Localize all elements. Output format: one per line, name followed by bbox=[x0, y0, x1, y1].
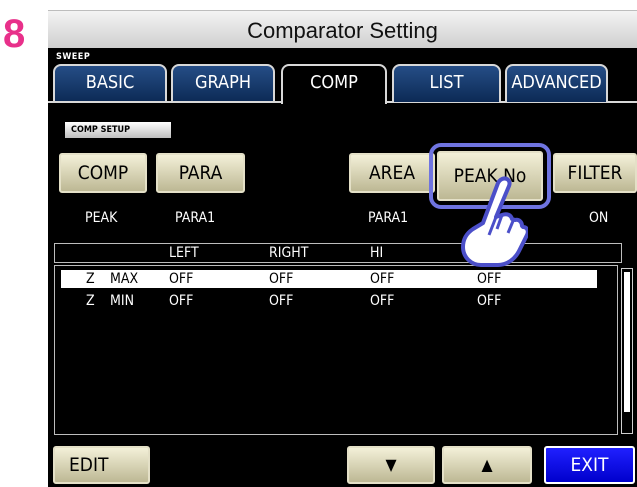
tab-basic[interactable]: BASIC bbox=[53, 64, 167, 102]
step-number: 8 bbox=[3, 12, 26, 56]
comp-value: PEAK bbox=[85, 210, 118, 226]
para-value: PARA1 bbox=[175, 210, 216, 226]
scrollbar-thumb[interactable] bbox=[624, 272, 630, 412]
row1-right: OFF bbox=[269, 271, 294, 287]
filter-value: ON bbox=[589, 210, 609, 226]
row1-lo: OFF bbox=[477, 271, 502, 287]
scroll-down-button[interactable]: ▼ bbox=[347, 446, 435, 484]
tab-graph[interactable]: GRAPH bbox=[171, 64, 275, 102]
header-bar: Comparator Setting bbox=[48, 10, 637, 48]
row1-param: Z bbox=[86, 271, 95, 287]
column-left: LEFT bbox=[169, 245, 199, 261]
row2-lo: OFF bbox=[477, 293, 502, 309]
section-label: COMP SETUP bbox=[65, 122, 171, 138]
comp-button[interactable]: COMP bbox=[59, 153, 147, 193]
row2-left: OFF bbox=[169, 293, 194, 309]
edit-button[interactable]: EDIT bbox=[53, 446, 150, 484]
row1-kind: MAX bbox=[110, 271, 139, 287]
exit-button[interactable]: EXIT bbox=[544, 446, 635, 484]
list-scrollbar[interactable] bbox=[621, 268, 633, 434]
row1-left: OFF bbox=[169, 271, 194, 287]
area-button[interactable]: AREA bbox=[349, 153, 435, 193]
pointing-hand-icon bbox=[461, 176, 528, 267]
row2-right: OFF bbox=[269, 293, 294, 309]
table-row-selected[interactable] bbox=[61, 270, 597, 288]
page-title: Comparator Setting bbox=[247, 18, 438, 43]
filter-button[interactable]: FILTER bbox=[553, 153, 637, 193]
column-hi: HI bbox=[370, 245, 384, 261]
tab-advanced[interactable]: ADVANCED bbox=[505, 64, 608, 102]
mode-label: SWEEP bbox=[56, 52, 91, 62]
scroll-up-button[interactable]: ▲ bbox=[442, 446, 532, 484]
area-value: PARA1 bbox=[368, 210, 409, 226]
row1-hi: OFF bbox=[370, 271, 395, 287]
comparator-list bbox=[54, 265, 618, 435]
column-header-bar bbox=[54, 243, 622, 263]
row2-param: Z bbox=[86, 293, 95, 309]
column-right: RIGHT bbox=[269, 245, 309, 261]
para-button[interactable]: PARA bbox=[156, 153, 245, 193]
device-screen: SWEEP BASIC GRAPH COMP LIST ADVANCED COM… bbox=[48, 48, 637, 487]
row2-kind: MIN bbox=[110, 293, 135, 309]
row2-hi: OFF bbox=[370, 293, 395, 309]
tab-comp[interactable]: COMP bbox=[281, 64, 387, 104]
tab-list[interactable]: LIST bbox=[392, 64, 501, 102]
